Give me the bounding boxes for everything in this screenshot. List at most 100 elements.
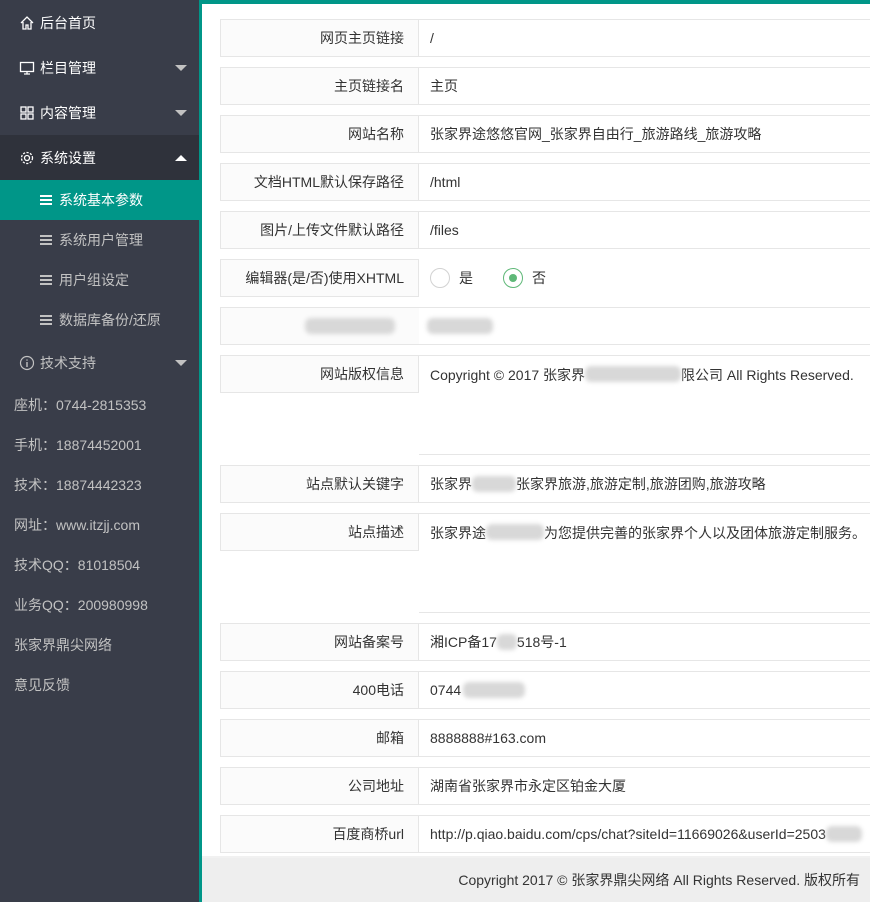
- list-icon: [40, 195, 52, 205]
- xhtml-no-radio[interactable]: 否: [503, 268, 546, 288]
- copyright-text: 限公司 All Rights Reserved.: [681, 367, 854, 383]
- form-row: 网站名称 张家界途悠悠官网_张家界自由行_旅游路线_旅游攻略: [220, 115, 870, 153]
- form-row: 文档HTML默认保存路径 /html: [220, 163, 870, 201]
- list-icon: [40, 235, 52, 245]
- address-input[interactable]: 湖南省张家界市永定区铂金大厦: [419, 767, 870, 805]
- site-name-input[interactable]: 张家界途悠悠官网_张家界自由行_旅游路线_旅游攻略: [419, 115, 870, 153]
- sub-item-backup[interactable]: 数据库备份/还原: [0, 300, 199, 340]
- feedback-link[interactable]: 意见反馈: [0, 665, 199, 705]
- chevron-up-icon: [175, 154, 187, 161]
- nav-column-label: 栏目管理: [40, 59, 96, 76]
- company-link[interactable]: 张家界鼎尖网络: [0, 625, 199, 665]
- field-label: 百度商桥url: [220, 815, 419, 853]
- xhtml-yes-radio[interactable]: 是: [430, 268, 473, 288]
- gear-icon: [18, 149, 36, 167]
- form-row: 编辑器(是/否)使用XHTML 是 否: [220, 259, 870, 297]
- nav-column[interactable]: 栏目管理: [0, 45, 199, 90]
- sub-item-label: 系统用户管理: [59, 232, 143, 248]
- xhtml-radio-group: 是 否: [419, 259, 870, 297]
- field-label: 图片/上传文件默认路径: [220, 211, 419, 249]
- form-row: 站点描述 张家界途 为您提供完善的张家界个人以及团体旅游定制服务。: [220, 513, 870, 613]
- radio-label: 否: [532, 270, 546, 286]
- nav-content-label: 内容管理: [40, 104, 96, 121]
- info-tech: 技术：18874442323: [14, 477, 142, 493]
- field-label: 站点描述: [220, 513, 419, 551]
- keywords-text: 张家界: [430, 476, 472, 492]
- nav-home[interactable]: 后台首页: [0, 0, 199, 45]
- form-row-redacted: [220, 307, 870, 345]
- radio-checked-icon: [503, 268, 523, 288]
- redacted-label: [220, 307, 419, 345]
- homepage-name-input[interactable]: 主页: [419, 67, 870, 105]
- redacted-input[interactable]: [419, 307, 870, 345]
- chevron-down-icon: [175, 359, 187, 366]
- keywords-input[interactable]: 张家界 张家界旅游,旅游定制,旅游团购,旅游攻略: [419, 465, 870, 503]
- baidu-url-input[interactable]: http://p.qiao.baidu.com/cps/chat?siteId=…: [419, 815, 870, 853]
- info-mobile: 手机：18874452001: [14, 437, 142, 453]
- nav-system-label: 系统设置: [40, 149, 96, 166]
- form-row: 邮箱 8888888#163.com: [220, 719, 870, 757]
- icp-input[interactable]: 湘ICP备17 518号-1: [419, 623, 870, 661]
- phone-text: 0744: [430, 682, 462, 698]
- nav-content[interactable]: 内容管理: [0, 90, 199, 135]
- form-row: 百度商桥url http://p.qiao.baidu.com/cps/chat…: [220, 815, 870, 853]
- field-label: 网站备案号: [220, 623, 419, 661]
- grid-icon: [18, 104, 36, 122]
- sub-item-users[interactable]: 系统用户管理: [0, 220, 199, 260]
- form-row: 图片/上传文件默认路径 /files: [220, 211, 870, 249]
- copyright-textarea[interactable]: Copyright © 2017 张家界 限公司 All Rights Rese…: [419, 355, 870, 455]
- field-label: 主页链接名: [220, 67, 419, 105]
- monitor-icon: [18, 59, 36, 77]
- sub-item-basic-params[interactable]: 系统基本参数: [0, 180, 199, 220]
- form-row: 网站备案号 湘ICP备17 518号-1: [220, 623, 870, 661]
- sub-item-label: 数据库备份/还原: [59, 312, 161, 328]
- html-path-input[interactable]: /html: [419, 163, 870, 201]
- field-label: 邮箱: [220, 719, 419, 757]
- form-row: 主页链接名 主页: [220, 67, 870, 105]
- info-tech-qq: 技术QQ：81018504: [14, 557, 141, 573]
- home-icon: [18, 14, 36, 32]
- description-text: 张家界途: [430, 525, 486, 541]
- baidu-url-text: http://p.qiao.baidu.com/cps/chat?siteId=…: [430, 826, 826, 842]
- homepage-url-input[interactable]: /: [419, 19, 870, 57]
- icp-text: 湘ICP备17: [430, 634, 497, 650]
- sub-item-label: 系统基本参数: [59, 192, 143, 208]
- sidebar: 后台首页 栏目管理 内容管理 系统设置 系统基本参数 系统用户管理 用户组设定 …: [0, 0, 199, 902]
- chevron-down-icon: [175, 64, 187, 71]
- field-label: 站点默认关键字: [220, 465, 419, 503]
- description-textarea[interactable]: 张家界途 为您提供完善的张家界个人以及团体旅游定制服务。: [419, 513, 870, 613]
- sub-item-groups[interactable]: 用户组设定: [0, 260, 199, 300]
- info-icon: [18, 354, 36, 372]
- field-label: 公司地址: [220, 767, 419, 805]
- form-row: 网页主页链接 /: [220, 19, 870, 57]
- field-label: 400电话: [220, 671, 419, 709]
- info-landline: 座机：0744-2815353: [14, 397, 147, 413]
- description-text: 为您提供完善的张家界个人以及团体旅游定制服务。: [544, 525, 866, 541]
- sub-item-label: 用户组设定: [59, 272, 129, 288]
- upload-path-input[interactable]: /files: [419, 211, 870, 249]
- phone-input[interactable]: 0744: [419, 671, 870, 709]
- list-icon: [40, 275, 52, 285]
- info-business-qq: 业务QQ：200980998: [14, 597, 148, 613]
- radio-circle-icon: [430, 268, 450, 288]
- field-label: 编辑器(是/否)使用XHTML: [220, 259, 419, 297]
- nav-home-label: 后台首页: [40, 14, 96, 31]
- radio-label: 是: [459, 270, 473, 286]
- keywords-text: 张家界旅游,旅游定制,旅游团购,旅游攻略: [516, 476, 766, 492]
- nav-support-label: 技术支持: [40, 354, 96, 371]
- field-label: 文档HTML默认保存路径: [220, 163, 419, 201]
- nav-system[interactable]: 系统设置: [0, 135, 199, 180]
- form-row: 400电话 0744: [220, 671, 870, 709]
- icp-text: 518号-1: [516, 634, 567, 650]
- field-label: 网页主页链接: [220, 19, 419, 57]
- settings-form: 网页主页链接 / 主页链接名 主页 网站名称 张家界途悠悠官网_张家界自由行_旅…: [202, 4, 870, 856]
- email-input[interactable]: 8888888#163.com: [419, 719, 870, 757]
- form-row: 站点默认关键字 张家界 张家界旅游,旅游定制,旅游团购,旅游攻略: [220, 465, 870, 503]
- main-content: 网页主页链接 / 主页链接名 主页 网站名称 张家界途悠悠官网_张家界自由行_旅…: [199, 0, 870, 902]
- list-icon: [40, 315, 52, 325]
- field-label: 网站版权信息: [220, 355, 419, 393]
- field-label: 网站名称: [220, 115, 419, 153]
- copyright-text: Copyright © 2017 张家界: [430, 367, 586, 383]
- nav-support[interactable]: 技术支持: [0, 340, 199, 385]
- footer-copyright: Copyright 2017 © 张家界鼎尖网络 All Rights Rese…: [202, 858, 870, 902]
